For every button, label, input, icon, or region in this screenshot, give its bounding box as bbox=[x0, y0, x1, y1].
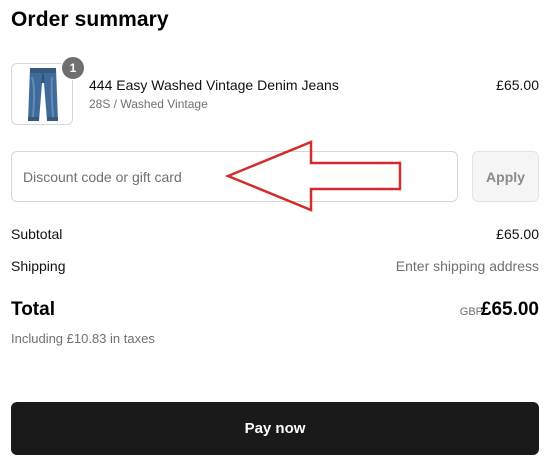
shipping-label: Shipping bbox=[11, 258, 66, 274]
total-value: £65.00 bbox=[480, 299, 539, 320]
apply-button[interactable]: Apply bbox=[472, 151, 539, 202]
taxes-note: Including £10.83 in taxes bbox=[11, 331, 155, 346]
quantity-badge: 1 bbox=[61, 56, 85, 80]
total-label: Total bbox=[11, 299, 55, 320]
shipping-value: Enter shipping address bbox=[395, 258, 539, 274]
left-arrow-icon bbox=[224, 140, 402, 212]
total-currency: GBP bbox=[459, 306, 483, 318]
product-name: 444 Easy Washed Vintage Denim Jeans bbox=[89, 77, 339, 93]
subtotal-value: £65.00 bbox=[496, 226, 539, 242]
pay-now-button[interactable]: Pay now bbox=[11, 402, 539, 455]
product-price: £65.00 bbox=[496, 77, 539, 93]
page-title: Order summary bbox=[11, 8, 169, 31]
denim-jeans-icon bbox=[28, 68, 58, 121]
subtotal-label: Subtotal bbox=[11, 226, 63, 242]
order-summary-panel: Order summary 1 444 Easy Washed Vintage … bbox=[0, 0, 550, 470]
product-variant: 28S / Washed Vintage bbox=[89, 97, 208, 111]
